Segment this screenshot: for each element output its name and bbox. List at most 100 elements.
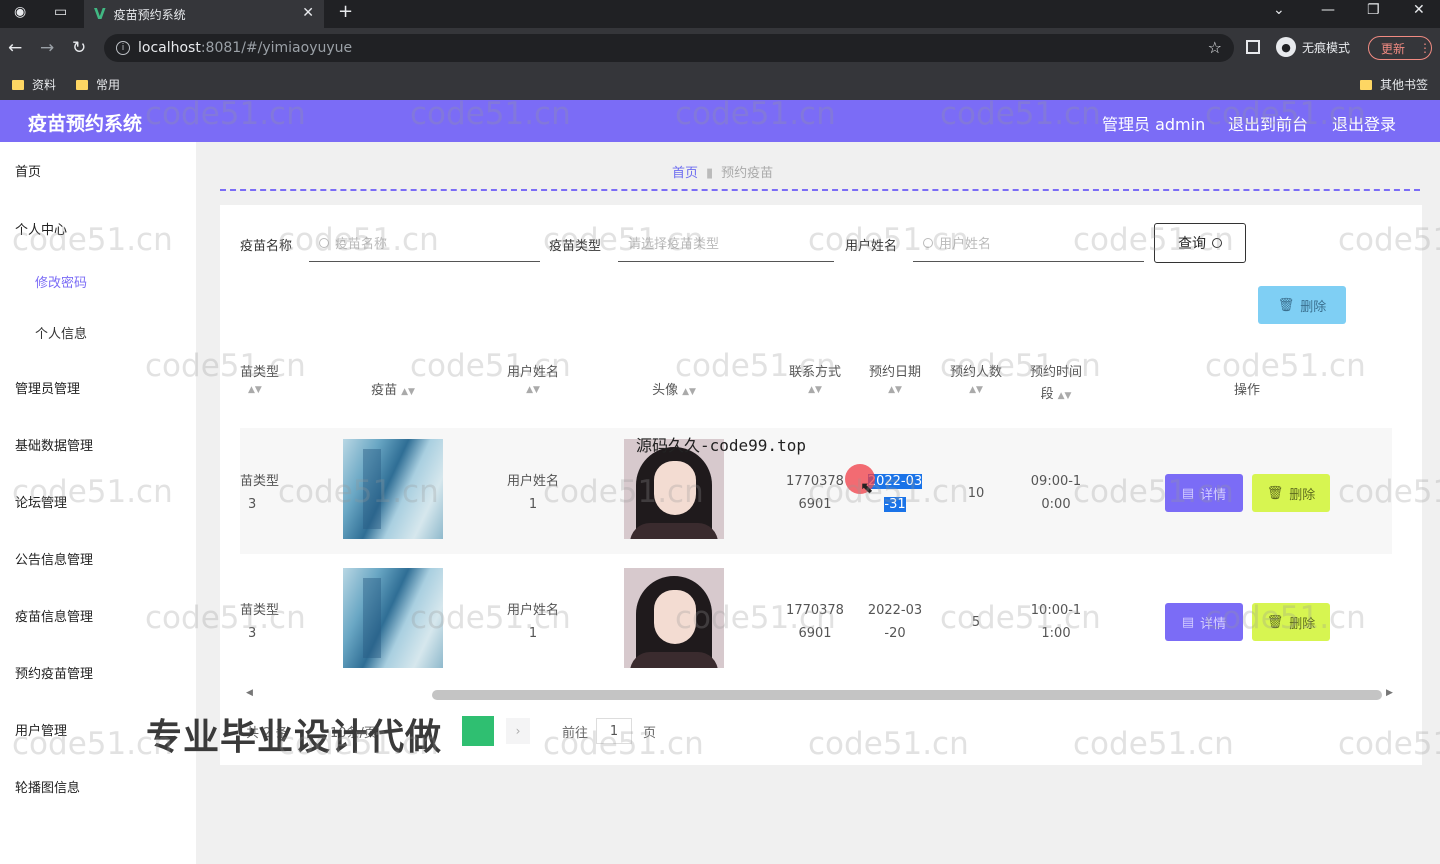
- cell-type-a: 苗类型: [240, 474, 280, 489]
- sidebar-item-admin-manage[interactable]: 管理员管理: [15, 378, 80, 397]
- sidebar-item-appointment[interactable]: 预约疫苗管理: [15, 663, 93, 682]
- batch-delete-label: 删除: [1300, 299, 1327, 315]
- folder-icon: [12, 79, 24, 90]
- user-name-input[interactable]: 用户姓名: [913, 224, 1144, 262]
- minimize-icon[interactable]: —: [1321, 2, 1335, 18]
- new-tab-icon[interactable]: +: [338, 1, 353, 22]
- delete-button[interactable]: 🗑 删除: [1252, 603, 1330, 641]
- sidebar-item-personal-info[interactable]: 个人信息: [35, 323, 87, 342]
- update-button[interactable]: 更新 ⋮: [1368, 36, 1432, 60]
- bookmark-folder-1[interactable]: 资料: [12, 76, 56, 93]
- sort-icon[interactable]: ▲▼: [780, 384, 850, 396]
- batch-delete-button[interactable]: 🗑 删除: [1258, 286, 1346, 324]
- sidebar-item-basic-data[interactable]: 基础数据管理: [15, 435, 93, 454]
- cell-user-name: 用户姓名 1: [493, 599, 573, 645]
- sort-icon[interactable]: ▲▼: [682, 387, 696, 397]
- vaccine-image[interactable]: [343, 439, 443, 539]
- cell-time: 10:00-1 1:00: [1022, 599, 1090, 645]
- sidebar-item-change-password[interactable]: 修改密码: [35, 272, 87, 291]
- cell-type: 苗类型 3: [240, 599, 280, 645]
- tab-close-icon[interactable]: ✕: [302, 5, 314, 21]
- pager-goto-label: 前往: [562, 726, 589, 741]
- col-header-action: 操作: [1233, 383, 1260, 398]
- col-header-user-name-label: 用户姓名: [506, 365, 559, 380]
- scroll-right-icon[interactable]: ▶: [1386, 688, 1393, 698]
- logout-link[interactable]: 退出登录: [1332, 111, 1396, 135]
- col-header-time[interactable]: 预约时间 段 ▲▼: [1022, 362, 1090, 407]
- browser-tab[interactable]: V 疫苗预约系统 ✕: [84, 0, 324, 28]
- menu-dots-icon[interactable]: ⋮: [1419, 41, 1431, 55]
- incognito-icon: ●: [1276, 37, 1296, 57]
- col-header-count[interactable]: 预约人数 ▲▼: [943, 362, 1009, 396]
- vaccine-name-input[interactable]: 疫苗名称: [309, 224, 540, 262]
- sort-icon[interactable]: ▲▼: [240, 384, 280, 396]
- sidebar-item-forum[interactable]: 论坛管理: [15, 492, 67, 511]
- url-host: localhost: [138, 40, 201, 56]
- window-close-icon[interactable]: ✕: [1413, 2, 1425, 18]
- vaccine-type-label: 疫苗类型: [549, 239, 602, 254]
- sidebar-item-vaccine-info[interactable]: 疫苗信息管理: [15, 606, 93, 625]
- col-header-contact[interactable]: 联系方式 ▲▼: [780, 362, 850, 396]
- side-panel-icon[interactable]: [1246, 40, 1260, 54]
- horizontal-scrollbar[interactable]: [432, 690, 1382, 700]
- query-button[interactable]: 查询: [1154, 223, 1246, 263]
- col-header-user-name[interactable]: 用户姓名 ▲▼: [493, 362, 573, 396]
- sidebar-item-home[interactable]: 首页: [15, 161, 41, 180]
- to-front-link[interactable]: 退出到前台: [1228, 111, 1308, 135]
- forward-icon[interactable]: →: [40, 38, 54, 58]
- col-header-time-label: 预约时间: [1029, 365, 1082, 380]
- sort-icon[interactable]: ▲▼: [493, 384, 573, 396]
- incognito-indicator[interactable]: ● 无痕模式: [1276, 37, 1350, 57]
- sidebar-item-users[interactable]: 用户管理: [15, 720, 67, 739]
- col-header-vaccine-label: 疫苗: [371, 383, 398, 398]
- delete-button[interactable]: 🗑 删除: [1252, 474, 1330, 512]
- trash-icon: 🗑: [1277, 297, 1295, 313]
- sort-icon[interactable]: ▲▼: [862, 384, 928, 396]
- globe-icon[interactable]: ◉: [14, 4, 26, 20]
- sidebar-item-notice[interactable]: 公告信息管理: [15, 549, 93, 568]
- cell-contact: 1770378 6901: [780, 470, 850, 516]
- reload-icon[interactable]: ↻: [72, 38, 86, 58]
- cell-time: 09:00-1 0:00: [1022, 470, 1090, 516]
- breadcrumb-home[interactable]: 首页: [672, 166, 698, 181]
- sort-icon[interactable]: ▲▼: [401, 387, 415, 397]
- col-header-type[interactable]: 苗类型 ▲▼: [240, 362, 280, 396]
- avatar-image[interactable]: [624, 568, 724, 668]
- tab-search-icon[interactable]: ⌄: [1273, 2, 1285, 18]
- col-header-vaccine[interactable]: 疫苗 ▲▼: [343, 380, 443, 403]
- other-bookmarks[interactable]: 其他书签: [1360, 76, 1428, 93]
- detail-label: 详情: [1200, 487, 1227, 503]
- doc-icon: ▤: [1181, 485, 1195, 501]
- page-jump-input[interactable]: 1: [596, 718, 632, 744]
- restore-icon[interactable]: ❐: [1367, 2, 1380, 18]
- col-header-type-label: 苗类型: [240, 365, 280, 380]
- sidebar-item-carousel[interactable]: 轮播图信息: [15, 777, 80, 796]
- sort-icon[interactable]: ▲▼: [1058, 391, 1072, 401]
- search-icon: [1212, 238, 1222, 248]
- sidebar-item-personal-center[interactable]: 个人中心: [15, 219, 67, 238]
- next-page-button[interactable]: ›: [506, 718, 530, 744]
- sort-icon[interactable]: ▲▼: [943, 384, 1009, 396]
- vaccine-image[interactable]: [343, 568, 443, 668]
- vaccine-type-select[interactable]: 请选择疫苗类型: [618, 224, 834, 262]
- folder-icon: [76, 79, 88, 90]
- col-header-avatar[interactable]: 头像 ▲▼: [624, 380, 724, 403]
- col-header-date[interactable]: 预约日期 ▲▼: [862, 362, 928, 396]
- cell-date-b: -31: [884, 497, 906, 512]
- bookmark-folder-2[interactable]: 常用: [76, 76, 120, 93]
- cell-count: 5: [971, 615, 981, 630]
- detail-button[interactable]: ▤ 详情: [1165, 603, 1243, 641]
- url-field[interactable]: i localhost:8081/#/yimiaoyuyue ☆: [104, 34, 1234, 62]
- incognito-label: 无痕模式: [1302, 40, 1351, 55]
- cell-type-b: 3: [248, 497, 257, 512]
- back-icon[interactable]: ←: [8, 38, 22, 58]
- scroll-left-icon[interactable]: ◀: [246, 688, 253, 698]
- breadcrumb-current: 预约疫苗: [721, 166, 774, 181]
- site-info-icon[interactable]: i: [116, 41, 130, 55]
- detail-button[interactable]: ▤ 详情: [1165, 474, 1243, 512]
- bookmark-star-icon[interactable]: ☆: [1208, 38, 1222, 57]
- vaccine-type-placeholder: 请选择疫苗类型: [628, 237, 720, 252]
- window-icon[interactable]: ▭: [54, 4, 67, 20]
- pager-page-suffix: 页: [643, 726, 657, 741]
- cell-type: 苗类型 3: [240, 470, 280, 516]
